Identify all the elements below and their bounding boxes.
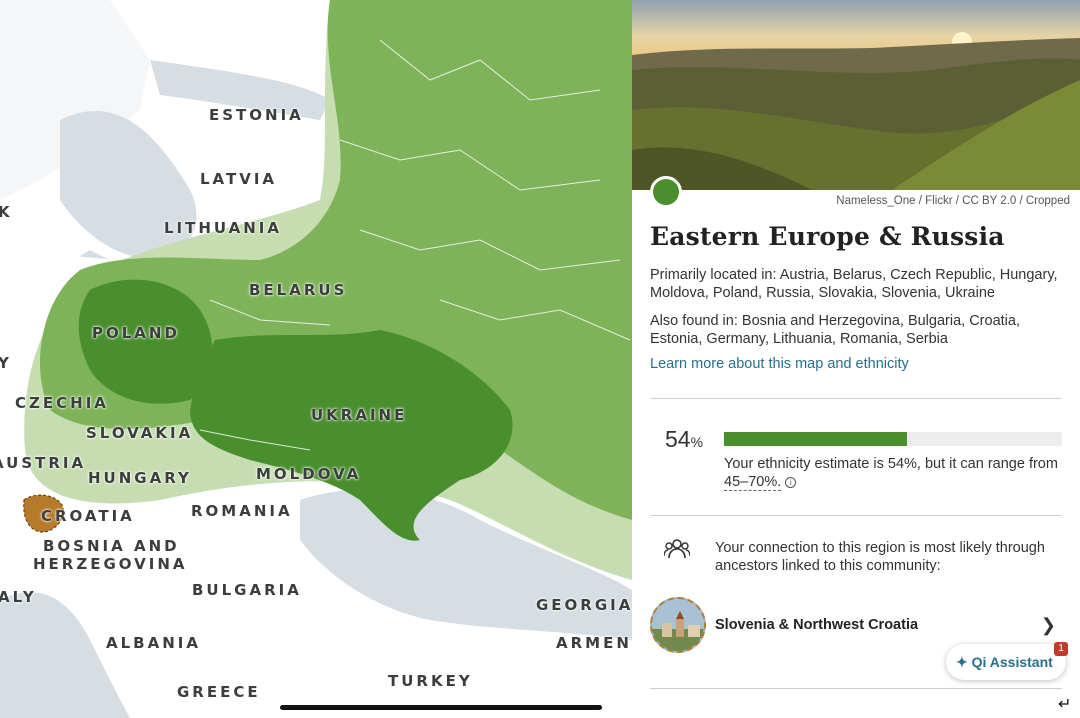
map-label-czechia: CZECHIA [15,394,109,412]
map-label-bosnia-2: HERZEGOVINA [33,555,188,573]
map-label-hungary: HUNGARY [88,469,192,487]
region-detail-panel: Nameless_One / Flickr / CC BY 2.0 / Crop… [632,0,1080,718]
primarily-located-text: Primarily located in: Austria, Belarus, … [650,267,1058,301]
map-label-bosnia-1: BOSNIA AND [43,537,180,555]
learn-more-link[interactable]: Learn more about this map and ethnicity [650,356,909,372]
estimate-prefix: Your ethnicity estimate is 54%, but it c… [724,456,1058,472]
map-label-italy: ALY [0,588,37,606]
also-found-text: Also found in: Bosnia and Herzegovina, B… [650,313,1020,347]
region-landscape-photo [632,0,1080,190]
photo-credit: Nameless_One / Flickr / CC BY 2.0 / Crop… [836,195,1070,207]
map-label-edge-y: Y [0,354,12,372]
qi-assistant-button[interactable]: ✦ Qi Assistant [946,644,1066,680]
notification-badge: 1 [1054,642,1068,656]
map-label-albania: ALBANIA [106,634,201,652]
info-icon[interactable]: i [785,477,797,488]
map-label-greece: GREECE [177,683,261,701]
percent-value: 54 [665,426,691,452]
map-label-edge-k: K [0,203,13,221]
sparkle-icon: ✦ [956,654,972,670]
estimate-description: Your ethnicity estimate is 54%, but it c… [724,455,1069,491]
map-label-romania: ROMANIA [191,502,293,520]
ethnicity-percentage: 54% [665,426,703,453]
system-corner-icon: ↵ [1058,696,1072,713]
map-label-ukraine: UKRAINE [311,406,408,424]
map-label-armenia: ARMENI [556,634,632,652]
community-name: Slovenia & Northwest Croatia [715,617,919,633]
map-label-estonia: ESTONIA [209,106,304,124]
map-label-turkey: TURKEY [388,672,473,690]
estimate-bar [724,432,1062,446]
map-label-moldova: MOLDOVA [256,465,362,483]
community-thumbnail [650,597,706,653]
map-label-bulgaria: BULGARIA [192,581,302,599]
region-title: Eastern Europe & Russia [650,222,1005,251]
assistant-label: Qi Assistant [971,654,1053,670]
map-label-slovakia: SLOVAKIA [86,424,194,442]
map-label-lithuania: LITHUANIA [164,219,282,237]
map-label-croatia: CROATIA [41,507,135,525]
map-label-latvia: LATVIA [200,170,278,188]
estimate-range[interactable]: 45–70%. [724,474,782,491]
divider [650,398,1062,399]
community-people-icon [663,538,691,565]
estimate-bar-fill [724,432,907,446]
ethnicity-map[interactable]: ESTONIA LATVIA LITHUANIA BELARUS POLAND … [0,0,632,718]
divider [650,688,1062,689]
divider [650,515,1062,516]
home-indicator[interactable] [280,705,602,710]
percent-sign: % [690,434,704,450]
connection-text: Your connection to this region is most l… [715,540,1045,574]
region-color-dot [650,176,682,208]
map-label-belarus: BELARUS [249,281,348,299]
chevron-right-icon: ❯ [1040,615,1056,635]
map-label-poland: POLAND [92,324,180,342]
map-label-georgia: GEORGIA [536,596,632,614]
map-label-austria: AUSTRIA [0,454,87,472]
